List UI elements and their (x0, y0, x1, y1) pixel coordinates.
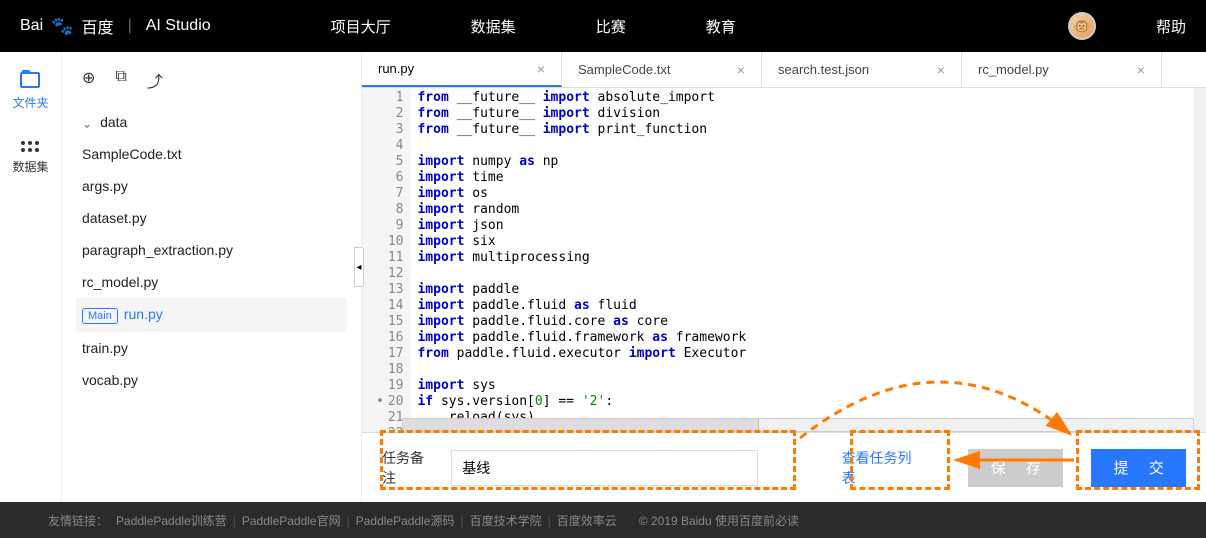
footer: 友情链接： PaddlePaddle训练营|PaddlePaddle官网|Pad… (0, 502, 1206, 538)
sidebar-item-label: 数据集 (12, 158, 48, 175)
upload-icon[interactable]: ⤴ (147, 68, 163, 92)
sidebar-item-label: 文件夹 (12, 94, 48, 111)
nav-competitions[interactable]: 比赛 (596, 16, 626, 37)
collapse-handle[interactable]: ◂ (354, 247, 364, 287)
tree-folder-data[interactable]: data (76, 106, 347, 138)
paw-icon: 🐾 (51, 16, 73, 37)
nav-datasets[interactable]: 数据集 (471, 16, 516, 37)
editor-tab[interactable]: run.py × (362, 52, 562, 87)
sidebar-item-dataset[interactable]: 数据集 (12, 141, 48, 175)
new-folder-icon[interactable]: ⧉ (115, 68, 126, 92)
line-gutter: 123456789101112131415161718192021222324 (362, 88, 411, 432)
logo-text-bai: Bai (20, 17, 43, 35)
tab-label: rc_model.py (978, 62, 1049, 77)
tab-label: search.test.json (778, 62, 869, 77)
dataset-icon (21, 141, 39, 152)
code-content[interactable]: from __future__ import absolute_importfr… (411, 88, 1206, 432)
view-tasks-link[interactable]: 查看任务列表 (842, 448, 925, 488)
bottom-bar: 任务备注 查看任务列表 保 存 提 交 (362, 432, 1206, 502)
close-icon[interactable]: × (537, 61, 545, 77)
tab-label: SampleCode.txt (578, 62, 671, 77)
nav-help[interactable]: 帮助 (1156, 16, 1186, 37)
tree-file[interactable]: vocab.py (76, 364, 347, 396)
nav-education[interactable]: 教育 (706, 16, 736, 37)
avatar[interactable]: 🐵 (1068, 12, 1096, 40)
scrollbar-thumb[interactable] (403, 419, 759, 431)
logo[interactable]: Bai 🐾 百度 | AI Studio (20, 14, 211, 38)
nav-projects[interactable]: 项目大厅 (331, 16, 391, 37)
footer-link[interactable]: PaddlePaddle源码 (356, 514, 455, 528)
editor-tab[interactable]: rc_model.py × (962, 52, 1162, 87)
editor-area: run.py×SampleCode.txt×search.test.json×r… (362, 52, 1206, 502)
sidebar-narrow: 文件夹 数据集 (0, 52, 62, 502)
tree-file[interactable]: train.py (76, 332, 347, 364)
tree-file[interactable]: args.py (76, 170, 347, 202)
task-note-input[interactable] (451, 450, 757, 486)
editor-tab[interactable]: search.test.json × (762, 52, 962, 87)
tree-file[interactable]: rc_model.py (76, 266, 347, 298)
file-tree: data SampleCode.txtargs.pydataset.pypara… (62, 106, 361, 396)
horizontal-scrollbar[interactable] (402, 418, 1194, 432)
close-icon[interactable]: × (937, 62, 945, 78)
footer-label: 友情链接： (48, 512, 108, 529)
sidebar-item-files[interactable]: 文件夹 (12, 72, 48, 111)
footer-link[interactable]: PaddlePaddle训练营 (116, 514, 227, 528)
save-button[interactable]: 保 存 (968, 449, 1063, 487)
tree-file[interactable]: SampleCode.txt (76, 138, 347, 170)
tree-file[interactable]: paragraph_extraction.py (76, 234, 347, 266)
new-file-icon[interactable]: ⊕ (82, 68, 95, 92)
footer-link[interactable]: 百度技术学院 (470, 514, 542, 528)
tree-file[interactable]: Mainrun.py (76, 298, 347, 332)
top-header: Bai 🐾 百度 | AI Studio 项目大厅 数据集 比赛 教育 🐵 帮助 (0, 0, 1206, 52)
footer-link[interactable]: 百度效率云 (557, 514, 617, 528)
editor-tab[interactable]: SampleCode.txt × (562, 52, 762, 87)
logo-text-du: 百度 (82, 14, 114, 38)
file-sidebar: ⊕ ⧉ ⤴ data SampleCode.txtargs.pydataset.… (62, 52, 362, 502)
submit-button[interactable]: 提 交 (1091, 449, 1186, 487)
close-icon[interactable]: × (1137, 62, 1145, 78)
close-icon[interactable]: × (737, 62, 745, 78)
vertical-scrollbar[interactable] (1194, 88, 1206, 432)
folder-icon (20, 72, 40, 88)
tab-label: run.py (378, 61, 414, 76)
logo-studio: AI Studio (146, 17, 211, 35)
footer-link[interactable]: PaddlePaddle官网 (242, 514, 341, 528)
main-badge: Main (82, 308, 118, 324)
file-toolbar: ⊕ ⧉ ⤴ (62, 62, 361, 106)
code-editor[interactable]: 123456789101112131415161718192021222324 … (362, 88, 1206, 432)
footer-copyright: © 2019 Baidu 使用百度前必读 (639, 512, 799, 529)
tree-file[interactable]: dataset.py (76, 202, 347, 234)
main: 文件夹 数据集 ⊕ ⧉ ⤴ data SampleCode.txtargs.py… (0, 52, 1206, 502)
top-nav: 项目大厅 数据集 比赛 教育 (331, 16, 736, 37)
task-note-label: 任务备注 (382, 448, 437, 488)
editor-tabs: run.py×SampleCode.txt×search.test.json×r… (362, 52, 1206, 88)
divider-icon: | (128, 17, 132, 35)
